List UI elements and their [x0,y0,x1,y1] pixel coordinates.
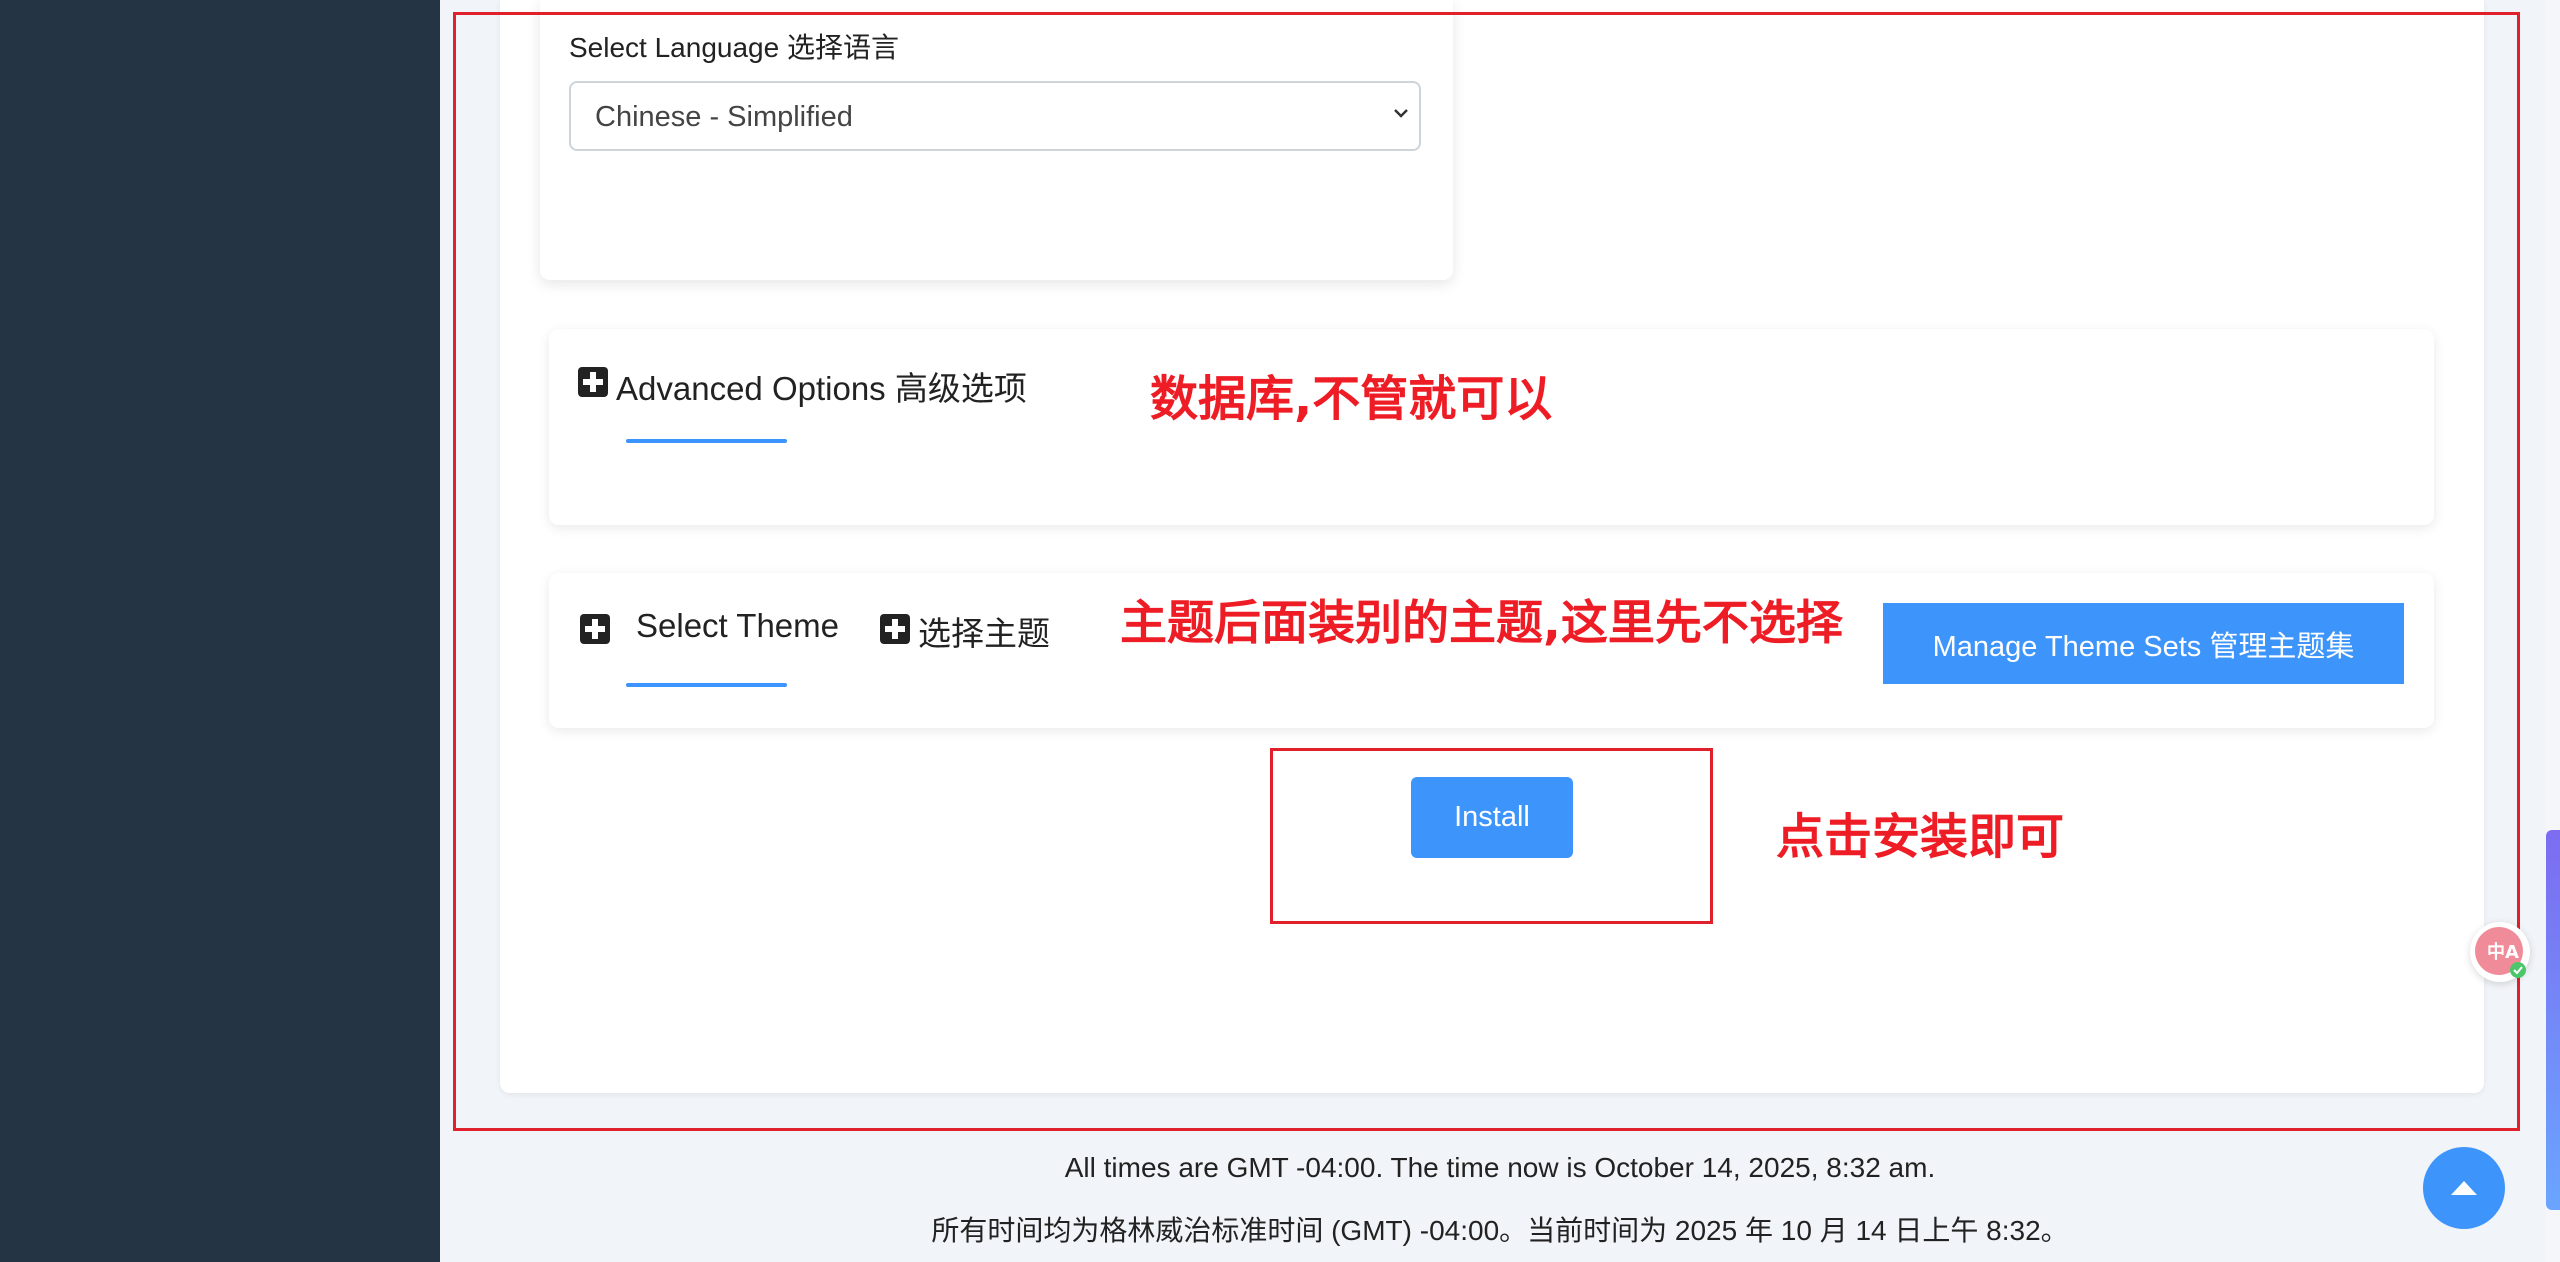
annotation-install: 点击安装即可 [1776,809,2065,865]
svg-text:中A: 中A [2487,941,2519,963]
annotation-theme: 主题后面装别的主题,这里先不选择 [1120,596,1843,651]
scroll-top-button[interactable] [2423,1147,2505,1229]
footer-time-cn: 所有时间均为格林威治标准时间 (GMT) -04:00。当前时间为 2025 年… [931,1215,2069,1246]
translate-widget[interactable]: 中A [2470,922,2530,982]
footer-time-en: All times are GMT -04:00. The time now i… [1064,1152,1936,1183]
annotation-install-box [1270,748,1713,924]
sidebar [0,0,440,1262]
annotation-database: 数据库,不管就可以 [1150,371,1553,427]
annotation-outer-box [453,12,2520,1131]
arrow-up-icon [2451,1181,2477,1195]
translate-icon: 中A [2475,927,2526,978]
